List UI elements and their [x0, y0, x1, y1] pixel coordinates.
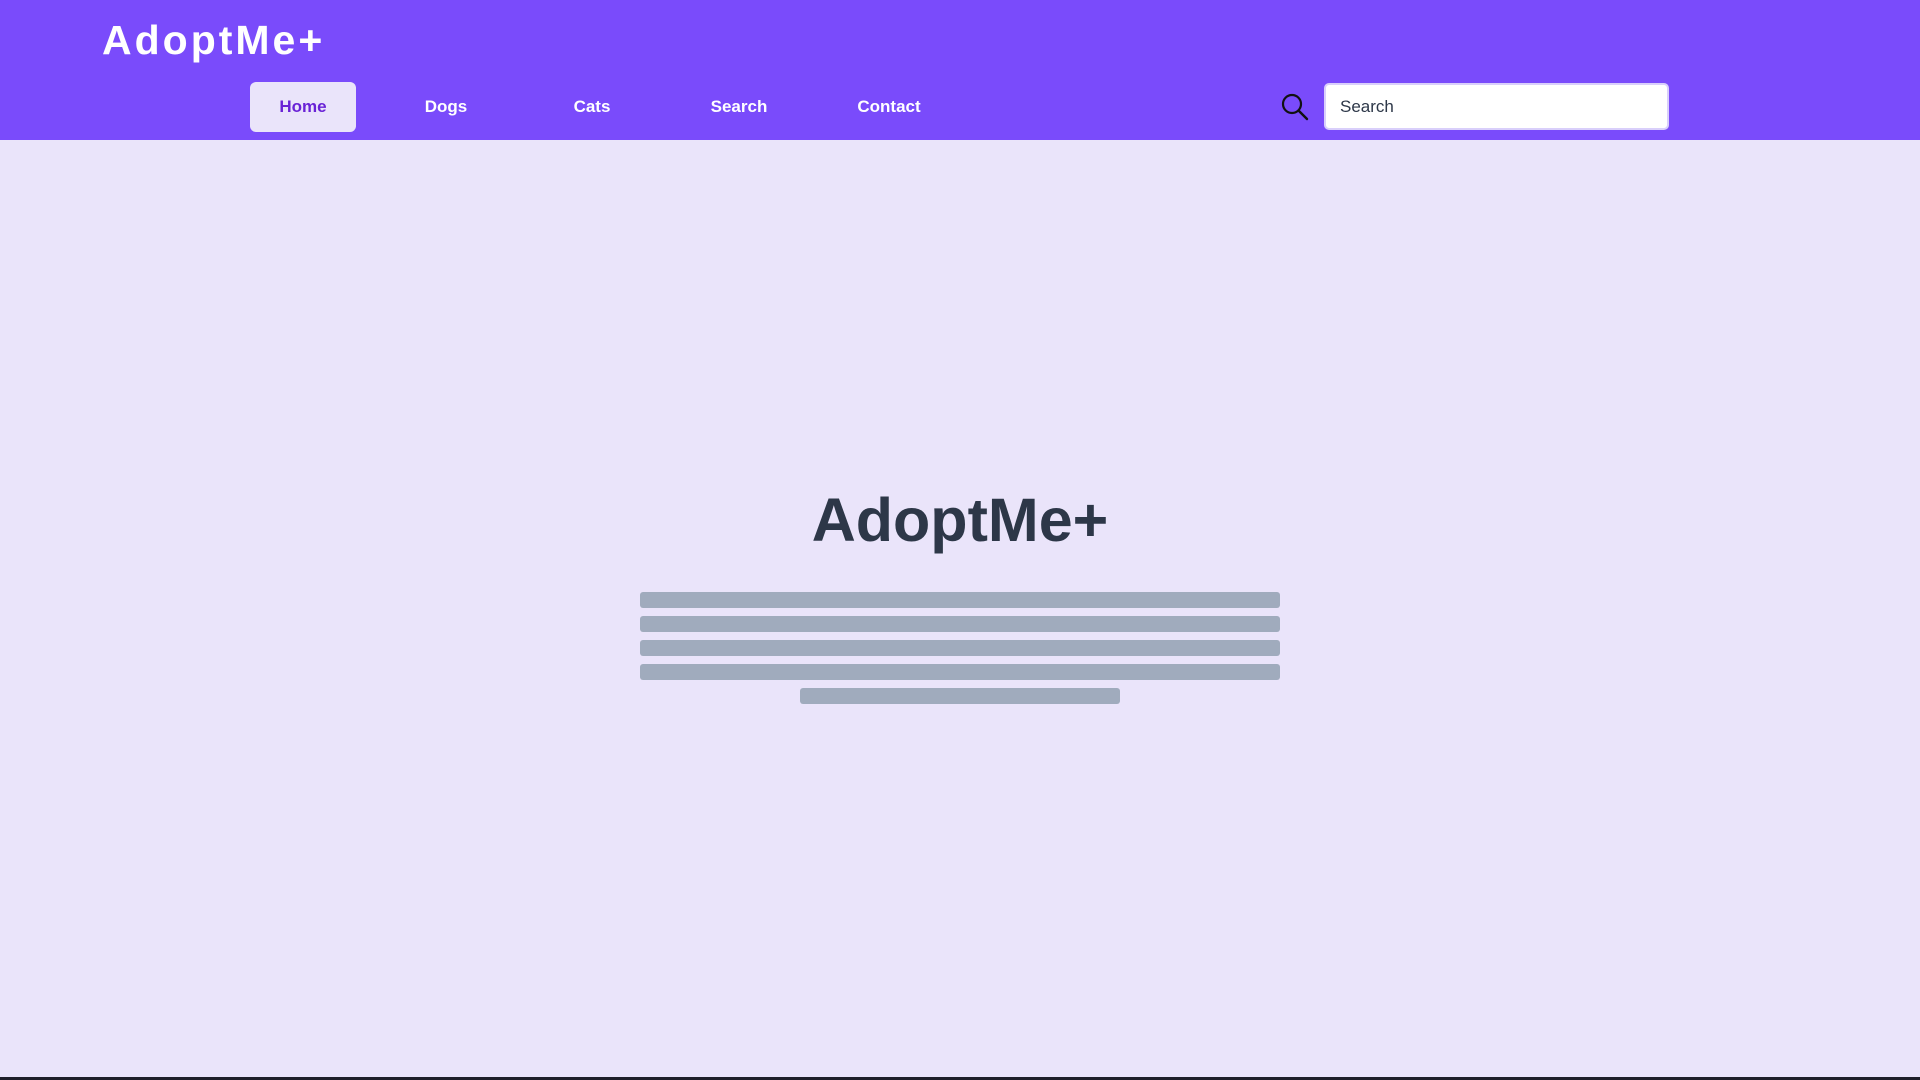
skeleton-line	[800, 688, 1120, 704]
nav-item-search[interactable]: Search	[689, 82, 789, 132]
skeleton-line	[640, 592, 1280, 608]
search-icon[interactable]	[1280, 92, 1310, 122]
nav-item-cats[interactable]: Cats	[542, 82, 642, 132]
hero-title: AdoptMe+	[811, 486, 1109, 554]
nav-item-dogs[interactable]: Dogs	[396, 82, 496, 132]
top-header: AdoptMe+ Home Dogs Cats Search Contact	[0, 0, 1920, 140]
skeleton-line	[640, 616, 1280, 632]
site-logo[interactable]: AdoptMe+	[102, 14, 325, 66]
skeleton-line	[640, 664, 1280, 680]
main-nav: Home Dogs Cats Search Contact	[0, 82, 1000, 132]
skeleton-line	[640, 640, 1280, 656]
nav-item-contact[interactable]: Contact	[839, 82, 939, 132]
nav-item-home[interactable]: Home	[250, 82, 356, 132]
search-input[interactable]	[1324, 83, 1669, 130]
